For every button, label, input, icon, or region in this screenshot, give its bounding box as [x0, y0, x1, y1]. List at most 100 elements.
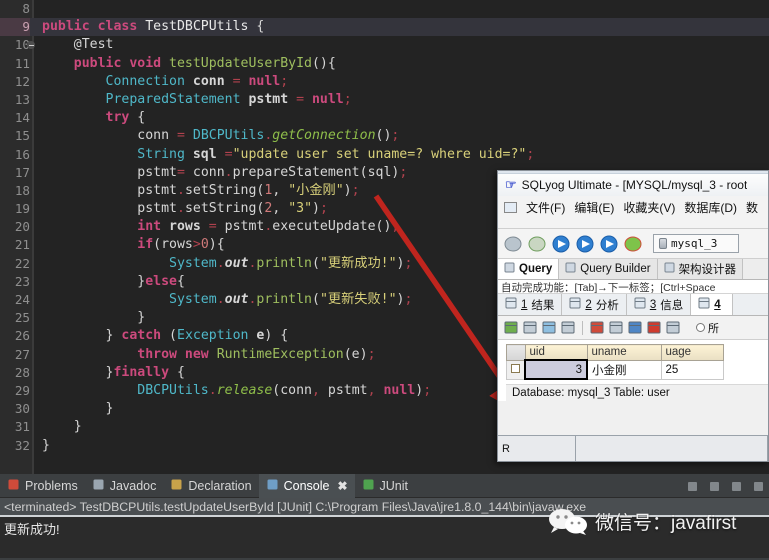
execute-current-icon[interactable] — [599, 234, 619, 254]
problems-icon — [7, 478, 20, 494]
code-line-text: } — [42, 419, 82, 435]
column-header-uid[interactable]: uid — [524, 344, 588, 361]
tab-problems[interactable]: Problems — [0, 474, 85, 498]
tab-junit[interactable]: JUnit — [355, 474, 415, 498]
tab-declaration[interactable]: Declaration — [163, 474, 258, 498]
sqlyog-grid-toolbar[interactable]: 所 — [498, 316, 768, 340]
result-grid-table[interactable]: uid uname uage 3 小金刚 25 — [506, 344, 724, 380]
table-row[interactable]: 3 小金刚 25 — [506, 359, 724, 380]
sqlyog-menu-bar[interactable]: 文件(F) 编辑(E) 收藏夹(V) 数据库(D) 数 — [498, 196, 768, 218]
duplicate-row-icon[interactable] — [541, 320, 557, 336]
result-tab-label: 分析 — [595, 299, 619, 312]
menu-favorites[interactable]: 收藏夹(V) — [623, 199, 675, 216]
sqlyog-title-bar[interactable]: ☞ SQLyog Ultimate - [MYSQL/mysql_3 - roo… — [498, 174, 768, 196]
result-tab-4[interactable]: 4 — [691, 294, 733, 315]
result-tab-number: 3 — [649, 298, 657, 311]
apply-changes-icon[interactable] — [560, 320, 576, 336]
line-number: 16 — [14, 146, 30, 162]
code-line-12[interactable]: 12 Connection conn = null; — [0, 73, 769, 91]
stop-icon[interactable] — [623, 234, 643, 254]
sqlyog-tab-3[interactable]: 架构设计器 — [657, 259, 744, 279]
schema-designer-icon — [664, 262, 675, 276]
tab-label: Declaration — [188, 478, 252, 493]
code-line-text: } catch (Exception e) { — [42, 328, 289, 344]
filter-icon[interactable] — [589, 320, 605, 336]
menu-database[interactable]: 数据库(D) — [684, 199, 737, 216]
code-line-text: DBCPUtils.release(conn, pstmt, null); — [137, 382, 432, 398]
code-line-9[interactable]: 9 public class TestDBCPUtils { — [0, 18, 769, 37]
code-line-14[interactable]: 14 try { — [0, 109, 769, 127]
clear-console-icon[interactable] — [686, 480, 699, 493]
result-tab-number: 2 — [585, 298, 592, 311]
remove-launch-icon[interactable] — [730, 480, 743, 493]
column-header-uage[interactable]: uage — [660, 344, 724, 361]
export-icon[interactable] — [665, 320, 681, 336]
insert-row-icon[interactable] — [503, 320, 519, 336]
save-icon[interactable] — [627, 320, 643, 336]
menu-edit[interactable]: 编辑(E) — [574, 199, 614, 216]
code-line-16[interactable]: 16 String sql ="update user set uname=? … — [0, 146, 769, 164]
code-line-text: @Test — [42, 37, 114, 53]
line-number: 27 — [14, 346, 30, 362]
cell-uid[interactable]: 3 — [524, 359, 588, 380]
edit-row-icon[interactable] — [522, 320, 538, 336]
code-line-11[interactable]: 11 public void testUpdateUserById(){ — [0, 55, 769, 73]
new-connection-icon[interactable] — [503, 234, 523, 254]
column-header-uname[interactable]: uname — [586, 344, 662, 361]
eclipse-bottom-panel[interactable]: Problems Javadoc Declaration Console ✖ JUnit … — [0, 473, 769, 560]
line-number: 26 — [14, 328, 30, 344]
cell-uname[interactable]: 小金刚 — [586, 359, 662, 380]
line-number: 31 — [14, 419, 30, 435]
remove-all-terminated-icon[interactable] — [752, 480, 765, 493]
sqlyog-window[interactable]: ☞ SQLyog Ultimate - [MYSQL/mysql_3 - roo… — [497, 170, 769, 462]
bottom-panel-tab-bar[interactable]: Problems Javadoc Declaration Console ✖ JUnit — [0, 473, 769, 498]
execute-all-icon[interactable] — [575, 234, 595, 254]
sqlyog-toolbar[interactable]: mysql_3 — [498, 229, 768, 259]
sqlyog-result-tabs[interactable]: 1 结果 2 分析 3 信息 4 — [498, 294, 768, 316]
code-line-text: if(rows>0){ — [137, 237, 225, 253]
line-number: 25 — [14, 310, 30, 326]
menu-more[interactable]: 数 — [746, 199, 758, 216]
sqlyog-tab-1[interactable]: Query — [498, 259, 560, 279]
refresh-connection-icon[interactable] — [527, 234, 547, 254]
line-number: 18 — [14, 182, 30, 198]
execute-query-icon[interactable] — [551, 234, 571, 254]
fold-collapse-icon[interactable] — [27, 41, 35, 50]
console-output[interactable]: 更新成功! — [0, 517, 769, 558]
result-tab-3[interactable]: 3 信息 — [627, 294, 692, 315]
row-select-checkbox[interactable] — [506, 359, 526, 380]
cell-uage[interactable]: 25 — [660, 359, 724, 380]
line-number: 29 — [14, 382, 30, 398]
result-tab-1[interactable]: 1 结果 — [498, 294, 563, 315]
close-icon[interactable]: ✖ — [337, 479, 347, 493]
code-line-13[interactable]: 13 PreparedStatement pstmt = null; — [0, 91, 769, 109]
line-number: 13 — [14, 91, 30, 107]
sqlyog-icon: ☞ — [505, 177, 517, 192]
tab-javadoc[interactable]: Javadoc — [85, 474, 164, 498]
sqlyog-tab-2[interactable]: Query Builder — [559, 259, 658, 279]
code-line-15[interactable]: 15 conn = DBCPUtils.getConnection(); — [0, 127, 769, 145]
database-selector[interactable]: mysql_3 — [653, 234, 739, 253]
line-number: 30 — [14, 401, 30, 417]
code-line-8[interactable]: 8 — [0, 0, 769, 18]
query-builder-icon — [565, 262, 576, 276]
tab-console[interactable]: Console ✖ — [258, 473, 355, 498]
line-number: 20 — [14, 219, 30, 235]
refresh-grid-icon[interactable] — [608, 320, 624, 336]
result-tab-label: 结果 — [531, 299, 555, 312]
sqlyog-result-grid-area[interactable]: uid uname uage 3 小金刚 25 Database: mysql_… — [498, 340, 768, 401]
line-number: 15 — [14, 128, 30, 144]
all-rows-radio[interactable]: 所 — [696, 320, 719, 336]
sqlyog-editor-tabs[interactable]: Query Query Builder 架构设计器 — [498, 259, 768, 280]
window-restore-icon[interactable] — [504, 201, 517, 213]
delete-row-icon[interactable] — [646, 320, 662, 336]
code-line-10[interactable]: 10 @Test — [0, 36, 769, 54]
result-tab-2[interactable]: 2 分析 — [562, 294, 627, 315]
line-number: 9 — [0, 18, 30, 37]
line-number: 22 — [14, 255, 30, 271]
menu-file[interactable]: 文件(F) — [526, 199, 565, 216]
sqlyog-title-text: SQLyog Ultimate - [MYSQL/mysql_3 - root — [521, 178, 748, 192]
bottom-panel-toolbar[interactable] — [686, 474, 765, 498]
info-icon — [634, 297, 646, 312]
terminate-icon[interactable] — [708, 480, 721, 493]
